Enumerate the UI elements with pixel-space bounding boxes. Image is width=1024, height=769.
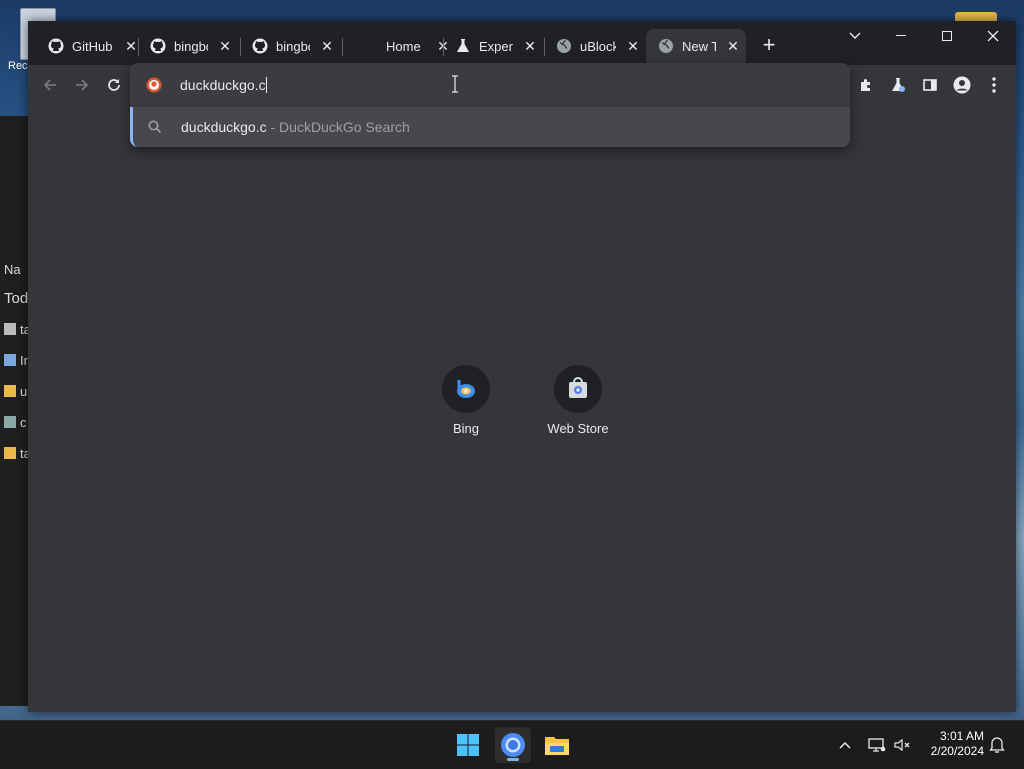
flask-icon [455,38,471,54]
notifications-bell-icon[interactable] [985,733,1009,757]
tab-github[interactable]: GitHub ✕ [36,29,140,63]
system-clock[interactable]: 3:01 AM 2/20/2024 [931,729,984,759]
tab-title: bingbot [174,38,208,54]
taskbar: 3:01 AM 2/20/2024 [0,720,1024,769]
volume-muted-icon[interactable] [890,733,914,757]
tab-close-icon[interactable]: ✕ [318,37,336,55]
back-button[interactable] [38,73,62,97]
omnibox[interactable]: duckduckgo.c duckduckgo.c - DuckDuckGo S… [130,63,850,147]
text-cursor-icon [450,75,460,93]
tab-close-icon[interactable]: ✕ [724,37,742,55]
shortcut-bing[interactable]: Bing [416,365,516,436]
duckduckgo-icon [146,77,162,93]
explorer-file-row[interactable]: u [4,384,27,399]
blank-page-icon [354,38,370,54]
address-input[interactable]: duckduckgo.c [180,75,267,95]
github-icon [48,38,64,54]
bing-icon [442,365,490,413]
file-explorer-icon[interactable] [539,727,575,763]
maximize-button[interactable] [932,25,962,47]
menu-kebab-icon[interactable] [982,73,1006,97]
search-icon [147,119,163,135]
suggestion-text: duckduckgo.c - DuckDuckGo Search [181,119,410,135]
tab-ublock[interactable]: uBlock ✕ [544,29,642,63]
explorer-file-row[interactable]: In [4,353,28,368]
explorer-group-today: Tod [4,290,28,307]
tab-title: bingbot [276,38,310,54]
chrome-taskbar-icon[interactable] [495,727,531,763]
new-tab-button[interactable]: + [758,34,780,57]
profile-avatar-icon[interactable] [950,73,974,97]
tab-title: uBlock [580,38,616,54]
background-explorer-window: Na Tod ta In u c ta [0,116,28,706]
tab-title: Experiments [479,38,513,54]
reload-button[interactable] [102,73,126,97]
explorer-column-name: Na [4,262,21,277]
start-windows-icon[interactable] [450,727,486,763]
tab-title: GitHub [72,38,113,54]
github-icon [150,38,166,54]
tab-strip: GitHub ✕ bingbot ✕ bingbot ✕ Home ✕ [28,21,1016,65]
tab-bingbot-1[interactable]: bingbot ✕ [138,29,234,63]
active-app-indicator [507,758,519,761]
shortcut-label: Web Store [547,421,609,436]
side-panel-icon[interactable] [918,73,942,97]
forward-button[interactable] [70,73,94,97]
clock-date: 2/20/2024 [930,744,984,758]
network-icon[interactable] [865,733,889,757]
close-window-button[interactable] [978,25,1008,47]
tab-bingbot-2[interactable]: bingbot ✕ [240,29,336,63]
tab-title: New Tab [682,38,716,54]
labs-flask-icon[interactable] [886,73,910,97]
tab-close-icon[interactable]: ✕ [216,37,234,55]
globe-icon [658,38,674,54]
tab-close-icon[interactable]: ✕ [521,37,539,55]
recycle-bin-label: Rec [8,60,28,72]
clock-time: 3:01 AM [939,729,984,743]
tab-title: Home [386,38,421,54]
tab-home[interactable]: Home ✕ [342,29,452,63]
explorer-file-row[interactable]: ta [4,322,28,337]
tab-new-tab[interactable]: New Tab ✕ [646,29,746,63]
web-store-icon [554,365,602,413]
tab-experiments[interactable]: Experiments ✕ [443,29,539,63]
globe-icon [556,38,572,54]
explorer-file-row[interactable]: ta [4,446,28,461]
extensions-puzzle-icon[interactable] [854,73,878,97]
tab-close-icon[interactable]: ✕ [624,37,642,55]
show-hidden-icons-chevron-icon[interactable] [833,733,857,757]
text-caret [265,77,267,93]
browser-window: GitHub ✕ bingbot ✕ bingbot ✕ Home ✕ [28,21,1016,712]
tab-search-chevron-icon[interactable] [840,25,870,47]
shortcut-web-store[interactable]: Web Store [528,365,628,436]
minimize-button[interactable] [886,25,916,47]
shortcut-label: Bing [452,421,480,436]
omnibox-suggestion[interactable]: duckduckgo.c - DuckDuckGo Search [130,107,850,147]
explorer-file-row[interactable]: c [4,415,27,430]
github-icon [252,38,268,54]
